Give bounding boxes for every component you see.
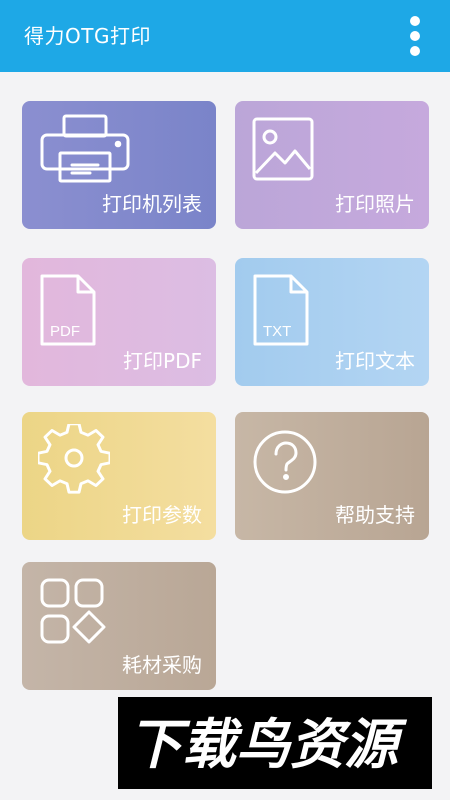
tile-label: 打印文本: [335, 349, 415, 373]
watermark-logo: 下载鸟资源: [128, 713, 408, 776]
menu-dot: [410, 46, 420, 56]
txt-icon-text: TXT: [263, 323, 291, 340]
tile-label: 打印照片: [335, 192, 415, 216]
tile-label: 耗材采购: [122, 653, 202, 677]
app-bar: 得力OTG打印: [0, 0, 450, 72]
pdf-icon-text: PDF: [50, 323, 80, 340]
tile-help-support[interactable]: 帮助支持: [235, 412, 429, 540]
printer-icon: [40, 114, 130, 183]
menu-dot: [410, 16, 420, 26]
tile-printer-list[interactable]: 打印机列表: [22, 101, 216, 229]
tile-print-params[interactable]: 打印参数: [22, 412, 216, 540]
gear-icon: [38, 424, 110, 494]
question-circle-icon: [253, 430, 317, 494]
more-vertical-icon[interactable]: [404, 16, 426, 56]
pdf-file-icon: PDF: [40, 274, 96, 346]
image-icon: [252, 117, 314, 181]
menu-dot: [410, 31, 420, 41]
tile-print-text[interactable]: TXT 打印文本: [235, 258, 429, 386]
tile-label: 打印参数: [122, 503, 202, 527]
tile-label: 打印PDF: [123, 349, 202, 373]
watermark-text: 下载鸟资源: [128, 713, 408, 776]
apps-grid-icon: [40, 578, 106, 644]
tile-print-photo[interactable]: 打印照片: [235, 101, 429, 229]
app-title: 得力OTG打印: [24, 24, 151, 48]
tile-supplies-purchase[interactable]: 耗材采购: [22, 562, 216, 690]
app-screen: 得力OTG打印 打印机列表 打印照片 PDF 打印PDF TXT 打印文本 打印…: [0, 0, 450, 800]
tile-label: 帮助支持: [335, 503, 415, 527]
txt-file-icon: TXT: [253, 274, 309, 346]
tile-print-pdf[interactable]: PDF 打印PDF: [22, 258, 216, 386]
tile-label: 打印机列表: [102, 192, 202, 216]
watermark-banner: 下载鸟资源: [118, 697, 432, 789]
